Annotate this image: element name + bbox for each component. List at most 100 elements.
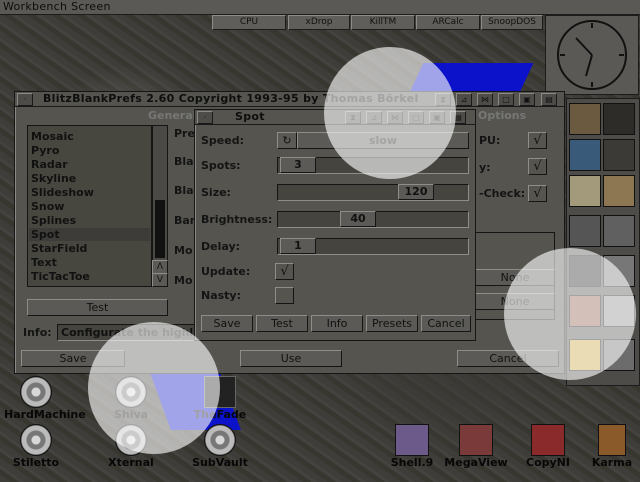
- spot-window-titlebar[interactable]: · Spot ⧗ ⊿ ⋈ □ ▣ ▤: [195, 110, 475, 125]
- desktop-icon-shell[interactable]: Shell.9: [380, 424, 444, 469]
- list-scrollbar[interactable]: [152, 125, 168, 261]
- scroll-knob[interactable]: [155, 200, 165, 258]
- spot-cancel-button[interactable]: Cancel: [421, 315, 471, 332]
- spot-presets-button[interactable]: Presets: [366, 315, 418, 332]
- brain-icon[interactable]: [603, 103, 635, 135]
- module-list[interactable]: Mosaic Pyro Radar Skyline Slideshow Snow…: [27, 125, 152, 287]
- option-checkbox[interactable]: √: [528, 185, 547, 202]
- depth-icon[interactable]: ▣: [519, 93, 535, 106]
- list-item[interactable]: Radar: [31, 158, 68, 171]
- zoom-icon[interactable]: □: [408, 111, 424, 124]
- spy-icon[interactable]: [569, 255, 601, 287]
- dock-button-killtm[interactable]: KillTM: [351, 15, 415, 30]
- dock-button-cpu[interactable]: CPU: [212, 15, 286, 30]
- iconify-icon[interactable]: ⧗: [435, 93, 451, 106]
- list-item[interactable]: Slideshow: [31, 186, 94, 199]
- alien-icon[interactable]: [603, 295, 635, 327]
- desktop-icon-hardmachine[interactable]: HardMachine: [4, 376, 86, 421]
- desktop-icon-subvault[interactable]: SubVault: [188, 424, 252, 469]
- list-item[interactable]: Skyline: [31, 172, 76, 185]
- penguin-icon[interactable]: [603, 175, 635, 207]
- stamp-icon[interactable]: [569, 339, 601, 371]
- list-item[interactable]: Pyro: [31, 144, 59, 157]
- option-checkbox[interactable]: √: [528, 132, 547, 149]
- list-item[interactable]: StarField: [31, 242, 87, 255]
- spots-label: Spots:: [201, 159, 241, 172]
- size-slider[interactable]: 120: [277, 184, 469, 201]
- test-button[interactable]: Test: [27, 299, 168, 316]
- spot-info-button[interactable]: Info: [311, 315, 363, 332]
- close-icon[interactable]: ·: [17, 93, 33, 106]
- spots-slider-knob[interactable]: 3: [280, 157, 316, 173]
- tree-icon[interactable]: [569, 175, 601, 207]
- dock-button-snoopdos[interactable]: SnoopDOS: [481, 15, 543, 30]
- computer-icon[interactable]: [569, 139, 601, 171]
- dock-button-xdrop[interactable]: xDrop: [288, 15, 350, 30]
- clock-widget[interactable]: [545, 15, 639, 95]
- desktop-icon-stiletto[interactable]: Stiletto: [4, 424, 68, 469]
- icon-label: TheFade: [193, 408, 247, 421]
- speed-cycle[interactable]: slow: [297, 132, 469, 149]
- desktop-icon-thefade[interactable]: TheFade: [188, 376, 252, 421]
- depth-icon[interactable]: ▣: [429, 111, 445, 124]
- scroll-down-button[interactable]: V: [152, 273, 168, 287]
- depth-icon-2[interactable]: ▤: [541, 93, 557, 106]
- list-item[interactable]: Text: [31, 256, 57, 269]
- spots-slider[interactable]: 3: [277, 157, 469, 174]
- disk-icon: [20, 424, 52, 456]
- snapshot-icon[interactable]: ⊿: [366, 111, 382, 124]
- list-item[interactable]: TicTacToe: [31, 270, 90, 283]
- delay-slider-knob[interactable]: 1: [280, 238, 316, 254]
- brightness-slider-knob[interactable]: 40: [340, 211, 376, 227]
- brain-icon-2[interactable]: [603, 139, 635, 171]
- desktop-icon-shiva[interactable]: Shiva: [99, 376, 163, 421]
- spot-save-button[interactable]: Save: [201, 315, 253, 332]
- snapshot-icon[interactable]: ⊿: [456, 93, 472, 106]
- icon-label: HardMachine: [4, 408, 86, 421]
- save-button[interactable]: Save: [21, 350, 125, 367]
- update-checkbox[interactable]: √: [275, 263, 294, 280]
- none-button-1[interactable]: None: [475, 269, 555, 286]
- note-icon[interactable]: [603, 339, 635, 371]
- depth-icon-2[interactable]: ▤: [450, 111, 466, 124]
- list-item[interactable]: Snow: [31, 200, 64, 213]
- desktop-icon-copyni[interactable]: CopyNI: [516, 424, 580, 469]
- icon-label: Shell.9: [390, 456, 434, 469]
- zoom-icon[interactable]: □: [498, 93, 514, 106]
- cancel-button[interactable]: Cancel: [457, 350, 559, 367]
- iconify-icon[interactable]: ⧗: [345, 111, 361, 124]
- icon-label: MegaView: [444, 456, 508, 469]
- list-item-selected[interactable]: Spot: [29, 228, 150, 241]
- portrait-icon[interactable]: [569, 295, 601, 327]
- clock-tool-icon[interactable]: [569, 215, 601, 247]
- skull-icon[interactable]: [603, 255, 635, 287]
- use-button[interactable]: Use: [240, 350, 342, 367]
- dock-button-arcalc[interactable]: ARCalc: [416, 15, 480, 30]
- close-icon[interactable]: ·: [197, 111, 213, 124]
- chip-icon: [204, 376, 236, 408]
- size-slider-knob[interactable]: 120: [398, 184, 434, 200]
- desktop-icon-megaview[interactable]: MegaView: [444, 424, 508, 469]
- main-window-titlebar[interactable]: · BlitzBlankPrefs 2.60 Copyright 1993-95…: [15, 92, 564, 107]
- option-checkbox[interactable]: √: [528, 158, 547, 175]
- screen-title: Workbench Screen: [3, 0, 111, 13]
- brightness-slider[interactable]: 40: [277, 211, 469, 228]
- list-item[interactable]: Mosaic: [31, 130, 74, 143]
- icon-label: Xternal: [108, 456, 154, 469]
- face-icon[interactable]: [569, 103, 601, 135]
- list-item[interactable]: Splines: [31, 214, 76, 227]
- tools-icon[interactable]: ⋈: [477, 93, 493, 106]
- spot-test-button[interactable]: Test: [256, 315, 308, 332]
- nasty-checkbox[interactable]: [275, 287, 294, 304]
- desktop-icon-karma[interactable]: Karma: [580, 424, 640, 469]
- tools-icon[interactable]: ⋈: [387, 111, 403, 124]
- print-icon[interactable]: [603, 215, 635, 247]
- cycle-icon[interactable]: ↻: [277, 132, 297, 149]
- scroll-up-button[interactable]: Λ: [152, 260, 168, 274]
- shell-icon: [395, 424, 429, 456]
- none-button-2[interactable]: None: [475, 293, 555, 310]
- info-field[interactable]: Configurate the highl: [57, 324, 202, 341]
- desktop-icon-xternal[interactable]: Xternal: [99, 424, 163, 469]
- copy-icon: [531, 424, 565, 456]
- delay-slider[interactable]: 1: [277, 238, 469, 255]
